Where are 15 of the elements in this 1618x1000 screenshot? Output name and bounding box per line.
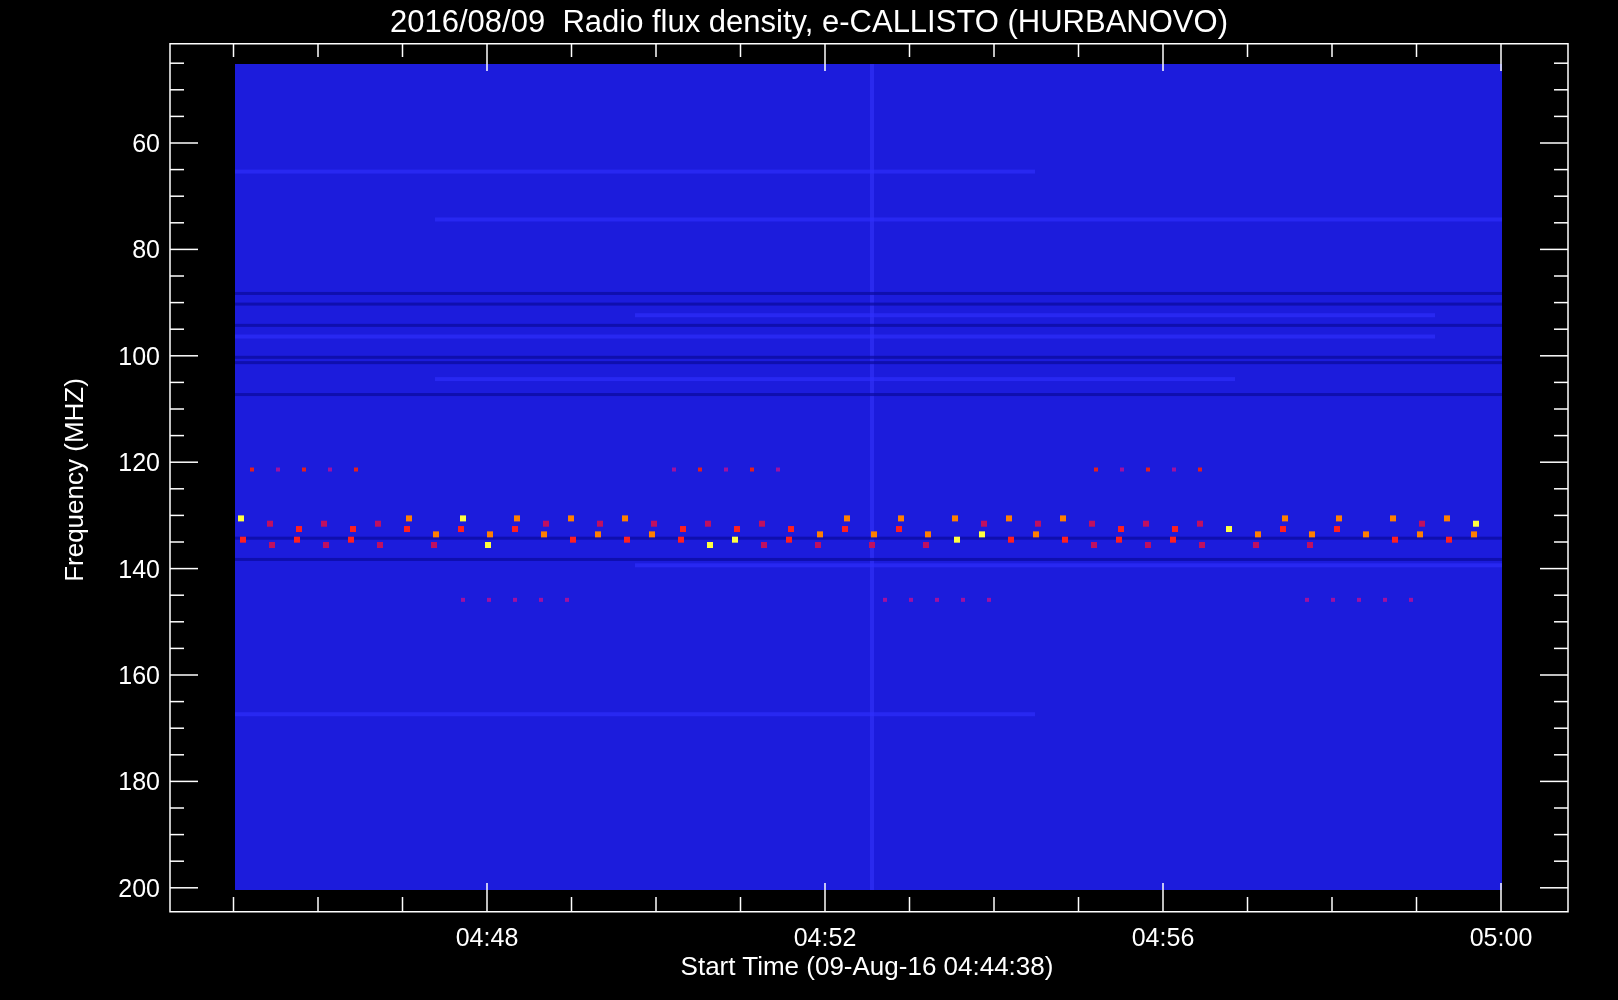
tick-label: 60 bbox=[132, 129, 160, 157]
axis-label: Frequency (MHZ) bbox=[59, 378, 89, 582]
tick-label: 180 bbox=[118, 767, 160, 796]
axis-label: Start Time (09-Aug-16 04:44:38) bbox=[680, 951, 1054, 981]
tick-label: 160 bbox=[118, 661, 160, 689]
tick-label: 100 bbox=[118, 341, 160, 370]
tick-label: 05:00 bbox=[1469, 923, 1533, 951]
chart-title: 2016/08/09 Radio flux density, e-CALLISTO (HURBANOVO) bbox=[390, 6, 1228, 37]
tick-label: 04:48 bbox=[455, 923, 519, 951]
tick-label: 120 bbox=[118, 448, 160, 477]
tick-label: 200 bbox=[118, 873, 160, 902]
tick-label: 04:52 bbox=[793, 923, 857, 951]
tick-label: 140 bbox=[118, 554, 160, 583]
tick-label: 04:56 bbox=[1131, 923, 1195, 951]
tick-label: 80 bbox=[132, 235, 160, 264]
